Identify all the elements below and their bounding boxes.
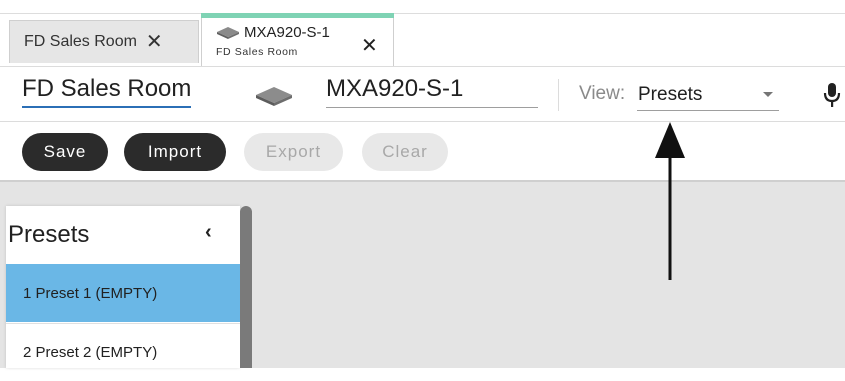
preset-label: 1 Preset 1 (EMPTY): [23, 284, 158, 302]
chevron-down-icon: [763, 92, 773, 97]
tab-label: MXA920-S-1: [244, 24, 330, 41]
device-header: FD Sales Room MXA920-S-1 View: Presets: [0, 66, 845, 122]
tab-strip: FD Sales Room ✕ MXA920-S-1 FD Sales Room…: [0, 0, 845, 66]
close-icon[interactable]: ✕: [146, 32, 163, 52]
view-select[interactable]: Presets: [637, 79, 779, 111]
tab-label: FD Sales Room: [24, 33, 137, 50]
import-button[interactable]: Import: [124, 133, 226, 171]
active-tab-indicator: [201, 13, 394, 18]
close-icon[interactable]: ✕: [361, 36, 378, 56]
device-diamond-icon: [217, 27, 239, 39]
toolbar: Save Import Export Clear: [0, 122, 845, 180]
panel-title: Presets: [8, 221, 90, 248]
preset-list-item[interactable]: 2 Preset 2 (EMPTY): [6, 323, 240, 381]
panel-resize-handle[interactable]: [240, 206, 252, 368]
device-diamond-icon: [256, 87, 292, 106]
export-button[interactable]: Export: [244, 133, 343, 171]
microphone-icon[interactable]: [822, 81, 842, 109]
divider: [558, 79, 559, 111]
tab-subtitle: FD Sales Room: [216, 46, 298, 58]
collapse-panel-button[interactable]: ‹: [205, 221, 212, 244]
arrow-up-icon: [655, 122, 685, 280]
view-select-value: Presets: [638, 84, 703, 105]
room-name-field[interactable]: FD Sales Room: [22, 75, 192, 108]
view-label: View:: [579, 83, 626, 104]
preset-list-item[interactable]: 1 Preset 1 (EMPTY): [6, 264, 240, 322]
device-name-field[interactable]: MXA920-S-1: [326, 75, 538, 108]
save-button[interactable]: Save: [22, 133, 108, 171]
main-content: Presets ‹ 1 Preset 1 (EMPTY) 2 Preset 2 …: [0, 182, 845, 368]
tab-fd-sales-room[interactable]: FD Sales Room ✕: [9, 20, 199, 63]
clear-button[interactable]: Clear: [362, 133, 448, 171]
tab-mxa920[interactable]: MXA920-S-1 FD Sales Room ✕: [201, 13, 394, 66]
presets-panel: Presets ‹ 1 Preset 1 (EMPTY) 2 Preset 2 …: [6, 206, 240, 368]
tab-strip-border: [0, 13, 845, 14]
preset-label: 2 Preset 2 (EMPTY): [23, 344, 158, 361]
